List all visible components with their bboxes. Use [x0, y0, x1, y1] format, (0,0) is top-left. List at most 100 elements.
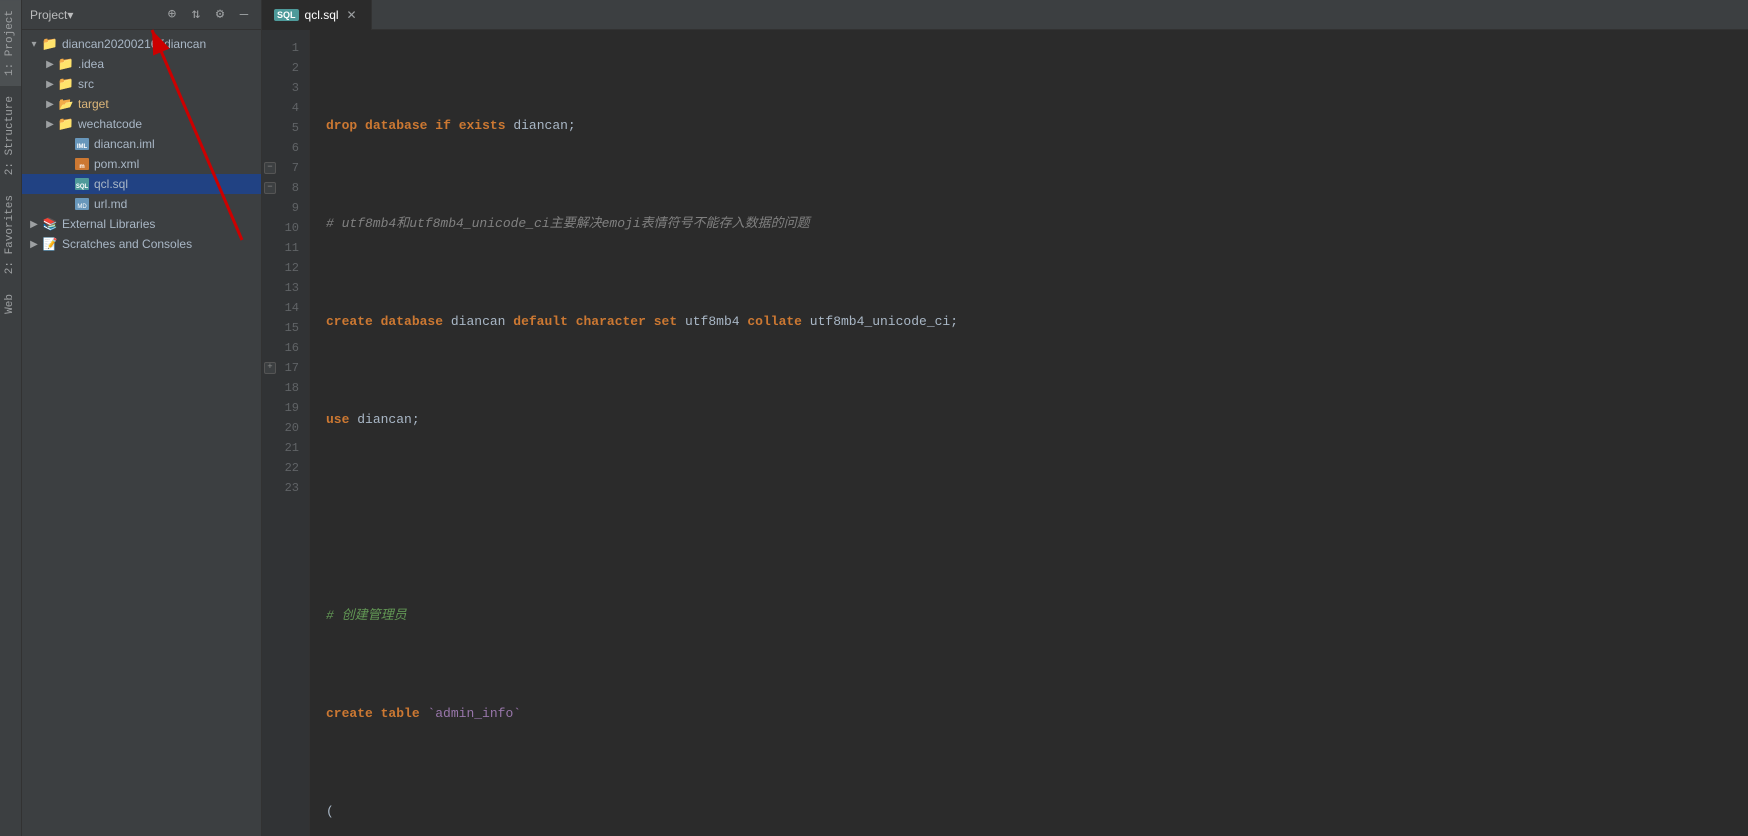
tree-arrow-target: ▶ [42, 96, 58, 112]
tree-arrow-src: ▶ [42, 76, 58, 92]
svg-text:m: m [79, 164, 84, 170]
kw-database: database [365, 116, 427, 136]
ln-8: − 8 [262, 178, 309, 198]
sql-icon-tree: SQL [74, 176, 90, 192]
lib-icon: 📚 [42, 216, 58, 232]
tree-arrow-iml [58, 136, 74, 152]
charset-val: utf8mb4 [685, 312, 740, 332]
tree-label-idea: .idea [78, 57, 104, 71]
folder-icon-idea: 📁 [58, 56, 74, 72]
minimize-icon[interactable]: — [235, 6, 253, 24]
ln-7: − 7 [262, 158, 309, 178]
ln-2: 2 [262, 58, 309, 78]
project-panel-header: Project▾ ⊕ ⇅ ⚙ — [22, 0, 261, 30]
kw-use: use [326, 410, 349, 430]
add-new-icon[interactable]: ⊕ [163, 6, 181, 24]
tree-arrow-wechatcode: ▶ [42, 116, 58, 132]
tree-label-qcl-sql: qcl.sql [94, 177, 128, 191]
tree-label-src: src [78, 77, 94, 91]
tree-arrow-idea: ▶ [42, 56, 58, 72]
tree-item-root[interactable]: ▾ 📁 diancan20200216 [diancan [22, 34, 261, 54]
kw-create2: create [326, 704, 373, 724]
tree-item-src[interactable]: ▶ 📁 src [22, 74, 261, 94]
folder-icon-root: 📁 [42, 36, 58, 52]
iml-icon: IML [74, 136, 90, 152]
tree-arrow-scratches: ▶ [26, 236, 42, 252]
side-tab-project[interactable]: 1: Project [0, 0, 21, 86]
settings-icon[interactable]: ⚙ [211, 6, 229, 24]
code-content[interactable]: drop database if exists diancan; # utf8m… [310, 30, 1748, 836]
ln-19: 19 [262, 398, 309, 418]
code-line-2: # utf8mb4和utf8mb4_unicode_ci主要解决emoji表情符… [326, 214, 1732, 234]
tree-item-diancan-iml[interactable]: IML diancan.iml [22, 134, 261, 154]
ln-13: 13 [262, 278, 309, 298]
code-line-3: create database diancan default characte… [326, 312, 1732, 332]
ln-9: 9 [262, 198, 309, 218]
tree-label-scratches: Scratches and Consoles [62, 237, 192, 251]
editor-area: SQL qcl.sql ✕ 1 2 3 4 5 6 − 7 − [262, 0, 1748, 836]
tree-label-wechatcode: wechatcode [78, 117, 142, 131]
db-name-2: diancan [451, 312, 506, 332]
fold-btn-8[interactable]: − [264, 182, 276, 194]
ln-4: 4 [262, 98, 309, 118]
tree-item-wechatcode[interactable]: ▶ 📁 wechatcode [22, 114, 261, 134]
side-tab-structure[interactable]: 2: Structure [0, 86, 21, 185]
open-paren: ( [326, 802, 334, 822]
tree-label-external-libs: External Libraries [62, 217, 155, 231]
ln-6: 6 [262, 138, 309, 158]
tree-item-pom-xml[interactable]: m pom.xml [22, 154, 261, 174]
side-tab-web[interactable]: Web [0, 284, 21, 324]
ln-5: 5 [262, 118, 309, 138]
tree-item-url-md[interactable]: MD url.md [22, 194, 261, 214]
folder-icon-wechatcode: 📁 [58, 116, 74, 132]
svg-text:SQL: SQL [76, 184, 89, 190]
tree-item-target[interactable]: ▶ 📂 target [22, 94, 261, 114]
xml-icon: m [74, 156, 90, 172]
fold-btn-7[interactable]: − [264, 162, 276, 174]
kw-default: default [513, 312, 568, 332]
md-icon: MD [74, 196, 90, 212]
tab-label: qcl.sql [305, 8, 339, 22]
ln-16: 16 [262, 338, 309, 358]
code-line-1: drop database if exists diancan; [326, 116, 1732, 136]
ln-3: 3 [262, 78, 309, 98]
project-tree: ▾ 📁 diancan20200216 [diancan ▶ 📁 .idea ▶… [22, 30, 261, 836]
side-tab-favorites[interactable]: 2: Favorites [0, 185, 21, 284]
ln-18: 18 [262, 378, 309, 398]
kw-exists: exists [459, 116, 506, 136]
tree-arrow-pom [58, 156, 74, 172]
kw-db2: database [381, 312, 443, 332]
comment-2: # utf8mb4和utf8mb4_unicode_ci主要解决emoji表情符… [326, 214, 810, 234]
ln-11: 11 [262, 238, 309, 258]
tree-item-scratches[interactable]: ▶ 📝 Scratches and Consoles [22, 234, 261, 254]
tree-item-external-libs[interactable]: ▶ 📚 External Libraries [22, 214, 261, 234]
side-tabs: 1: Project 2: Structure 2: Favorites Web [0, 0, 22, 836]
tree-label-pom-xml: pom.xml [94, 157, 139, 171]
tree-arrow-root: ▾ [26, 36, 42, 52]
kw-set: set [654, 312, 677, 332]
kw-collate: collate [747, 312, 802, 332]
tab-close-btn[interactable]: ✕ [345, 8, 359, 22]
folder-icon-target: 📂 [58, 96, 74, 112]
tree-label-root: diancan20200216 [diancan [62, 37, 206, 51]
project-panel-title: Project▾ [30, 8, 157, 22]
fold-btn-17[interactable]: + [264, 362, 276, 374]
svg-text:MD: MD [77, 204, 87, 210]
kw-character: character [576, 312, 646, 332]
tree-label-diancan-iml: diancan.iml [94, 137, 155, 151]
tab-bar: SQL qcl.sql ✕ [262, 0, 1748, 30]
db-name-use: diancan; [357, 410, 419, 430]
tree-item-qcl-sql[interactable]: SQL qcl.sql [22, 174, 261, 194]
kw-drop: drop [326, 116, 357, 136]
collate-val: utf8mb4_unicode_ci; [810, 312, 958, 332]
collapse-icon[interactable]: ⇅ [187, 6, 205, 24]
ln-23: 23 [262, 478, 309, 498]
ln-17: + 17 [262, 358, 309, 378]
ln-1: 1 [262, 38, 309, 58]
tree-item-idea[interactable]: ▶ 📁 .idea [22, 54, 261, 74]
ln-12: 12 [262, 258, 309, 278]
tab-qcl-sql[interactable]: SQL qcl.sql ✕ [262, 0, 372, 30]
kw-create: create [326, 312, 373, 332]
code-editor[interactable]: 1 2 3 4 5 6 − 7 − 8 9 10 11 12 13 14 [262, 30, 1748, 836]
ln-21: 21 [262, 438, 309, 458]
